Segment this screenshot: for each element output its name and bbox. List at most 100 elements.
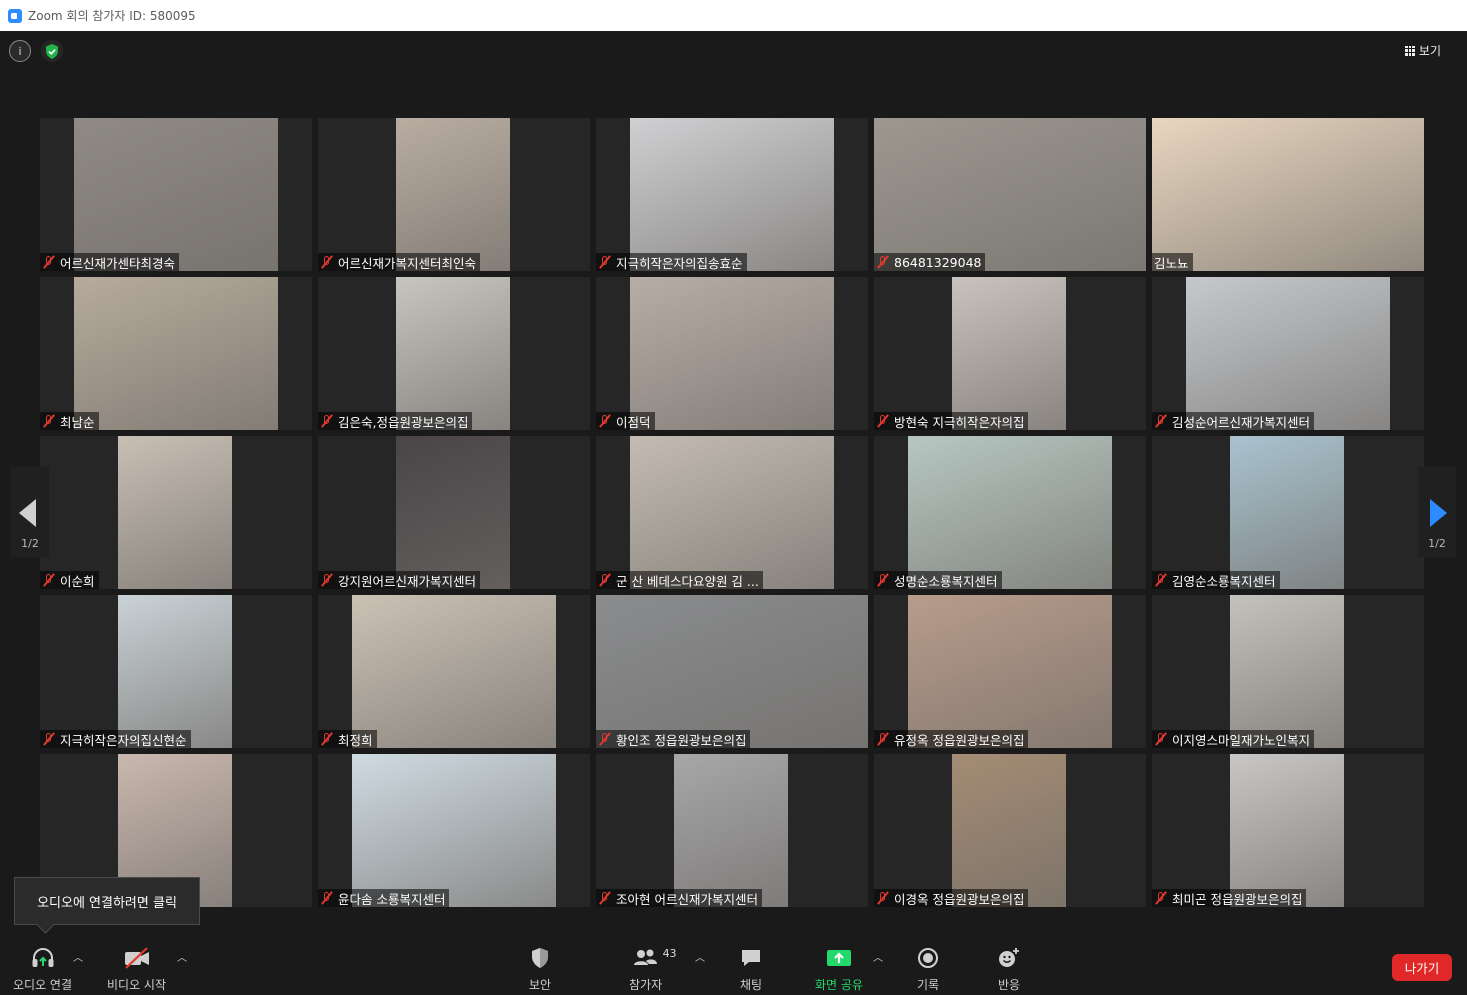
participant-name: 방현숙 지극히작은자의집	[894, 414, 1025, 430]
mic-muted-icon	[1154, 891, 1168, 905]
participant-video	[352, 754, 556, 907]
participant-tile[interactable]: 강지원어르신재가복지센터	[318, 436, 590, 589]
participant-tile[interactable]: 김성순어르신재가복지센터	[1152, 277, 1424, 430]
page-indicator-right: 1/2	[1428, 537, 1446, 550]
security-button[interactable]: 보안	[529, 945, 551, 993]
participant-video	[1230, 595, 1344, 748]
participant-video	[630, 118, 834, 271]
security-label: 보안	[529, 978, 552, 992]
mic-muted-icon	[876, 573, 890, 587]
participant-name-tag: 성명순소룡복지센터	[874, 571, 1002, 589]
participant-name-tag: 최정희	[318, 730, 377, 748]
participant-tile[interactable]: 이경옥 정읍원광보은의집	[874, 754, 1146, 907]
reactions-button[interactable]: 반응	[997, 945, 1021, 993]
share-options-caret-icon[interactable]: ︿	[873, 949, 883, 964]
participant-name: 유정옥 정읍원광보은의집	[894, 732, 1025, 748]
zoom-app-icon	[8, 8, 22, 23]
participant-tile[interactable]: 어르신재가복지센터최인숙	[318, 118, 590, 271]
audio-connect-button[interactable]: 오디오 연결	[13, 945, 72, 993]
start-video-button[interactable]: 비디오 시작	[107, 945, 166, 993]
info-icon[interactable]: i	[9, 40, 31, 62]
participant-name-tag: 최남순	[40, 412, 99, 430]
leave-label: 나가기	[1404, 961, 1440, 976]
participant-name-tag: 유정옥 정읍원광보은의집	[874, 730, 1029, 748]
participant-name: 이경옥 정읍원광보은의집	[894, 891, 1025, 907]
participant-tile[interactable]: 이지영스마일재가노인복지	[1152, 595, 1424, 748]
audio-options-caret-icon[interactable]: ︿	[73, 949, 83, 964]
participant-name: 황인조 정읍원광보은의집	[616, 732, 747, 748]
participant-name: 윤다솜 소룡복지센터	[338, 891, 446, 907]
mic-muted-icon	[1154, 573, 1168, 587]
participant-tile[interactable]: 최정희	[318, 595, 590, 748]
participants-count: 43	[662, 947, 677, 960]
mic-muted-icon	[876, 414, 890, 428]
leave-meeting-button[interactable]: 나가기	[1392, 954, 1452, 981]
mic-muted-icon	[42, 732, 56, 746]
participant-name: 조아현 어르신재가복지센터	[616, 891, 758, 907]
record-button[interactable]: 기록	[917, 945, 939, 993]
participant-tile[interactable]: 성명순소룡복지센터	[874, 436, 1146, 589]
participant-name-tag: 김성순어르신재가복지센터	[1152, 412, 1315, 430]
participant-tile[interactable]: 황인조 정읍원광보은의집	[596, 595, 868, 748]
participant-name-tag: 강지원어르신재가복지센터	[318, 571, 481, 589]
participants-button[interactable]: 43 참가자	[629, 945, 677, 993]
participant-video	[630, 277, 834, 430]
mic-muted-icon	[598, 891, 612, 905]
view-button[interactable]: 보기	[1404, 42, 1441, 59]
participant-name: 최미곤 정읍원광보은의집	[1172, 891, 1303, 907]
participant-name-tag: 윤다솜 소룡복지센터	[318, 889, 450, 907]
mic-muted-icon	[598, 255, 612, 269]
participant-video	[630, 436, 834, 589]
participant-tile[interactable]: 이순희	[40, 436, 312, 589]
participant-tile[interactable]: 김은숙,정읍원광보은의집	[318, 277, 590, 430]
mic-muted-icon	[320, 573, 334, 587]
next-page-button[interactable]: 1/2	[1418, 467, 1456, 557]
participant-name: 김영순소룡복지센터	[1172, 573, 1276, 589]
window-titlebar: Zoom 회의 참가자 ID: 580095	[0, 0, 1467, 31]
prev-page-button[interactable]: 1/2	[11, 467, 49, 557]
participant-tile[interactable]: 이점덕	[596, 277, 868, 430]
participant-name: 이지영스마일재가노인복지	[1172, 732, 1311, 748]
video-options-caret-icon[interactable]: ︿	[177, 949, 187, 964]
chat-button[interactable]: 채팅	[740, 945, 762, 993]
participant-name: 김성순어르신재가복지센터	[1172, 414, 1311, 430]
participant-name-tag: 어르신재가복지센터최인숙	[318, 253, 481, 271]
participant-tile[interactable]: 조아현 어르신재가복지센터	[596, 754, 868, 907]
participant-tile[interactable]: 윤다솜 소룡복지센터	[318, 754, 590, 907]
participant-tile[interactable]: 김영순소룡복지센터	[1152, 436, 1424, 589]
participant-tile[interactable]: 지극히작은자의집신현순	[40, 595, 312, 748]
participant-name-tag: 어르신재가센타최경숙	[40, 253, 180, 271]
participant-video	[74, 277, 278, 430]
participant-name: 최정희	[338, 732, 373, 748]
participant-tile[interactable]: 최미곤 정읍원광보은의집	[1152, 754, 1424, 907]
mic-muted-icon	[876, 732, 890, 746]
participant-tile[interactable]: 어르신재가센타최경숙	[40, 118, 312, 271]
mic-muted-icon	[42, 255, 56, 269]
meeting-toolbar: 오디오 연결 ︿ 비디오 시작 ︿ 보안 43 참가자 ︿ 채팅 화면 공유 ︿	[0, 935, 1467, 995]
audio-connect-label: 오디오 연결	[13, 978, 73, 992]
participant-name-tag: 김노뇨	[1152, 253, 1193, 271]
participant-name: 이순희	[60, 573, 95, 589]
participant-video	[952, 754, 1066, 907]
mic-muted-icon	[876, 255, 890, 269]
arrow-left-icon	[19, 499, 36, 527]
participant-name: 지극히작은자의집송효순	[616, 255, 743, 271]
participant-name-tag: 방현숙 지극히작은자의집	[874, 412, 1029, 430]
participant-name-tag: 86481329048	[874, 253, 986, 271]
participant-tile[interactable]: 지극히작은자의집송효순	[596, 118, 868, 271]
share-screen-button[interactable]: 화면 공유	[815, 945, 863, 993]
participant-tile[interactable]: 최남순	[40, 277, 312, 430]
participant-tile[interactable]: 방현숙 지극히작은자의집	[874, 277, 1146, 430]
participants-caret-icon[interactable]: ︿	[695, 949, 705, 964]
participant-name-tag: 황인조 정읍원광보은의집	[596, 730, 751, 748]
participant-name-tag: 지극히작은자의집신현순	[40, 730, 191, 748]
participant-tile[interactable]: 유정옥 정읍원광보은의집	[874, 595, 1146, 748]
participant-tile[interactable]: 김노뇨	[1152, 118, 1424, 271]
participant-name: 강지원어르신재가복지센터	[338, 573, 477, 589]
participant-tile[interactable]: 86481329048	[874, 118, 1146, 271]
participant-video	[1230, 754, 1344, 907]
audio-tooltip[interactable]: 오디오에 연결하려면 클릭	[14, 877, 200, 925]
participant-video	[1152, 118, 1424, 271]
participant-tile[interactable]: 군 산 베데스다요양원 김 ...	[596, 436, 868, 589]
encryption-shield-icon[interactable]	[41, 40, 63, 62]
